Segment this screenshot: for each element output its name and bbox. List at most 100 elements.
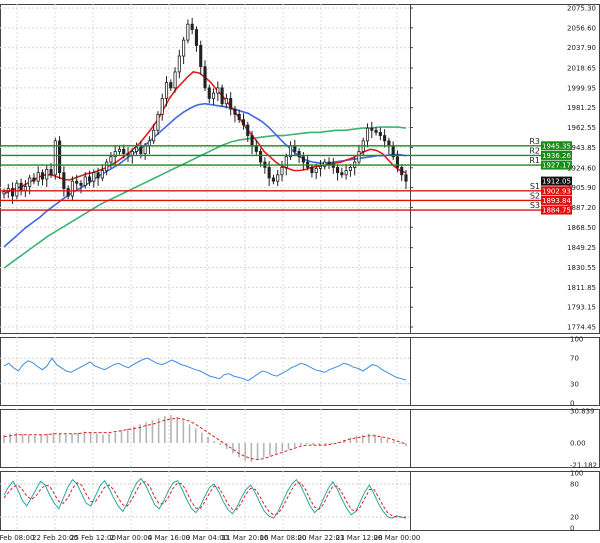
candle-body xyxy=(66,188,70,197)
candle-body xyxy=(92,172,96,182)
candle-body xyxy=(40,172,45,180)
level-label-r2: R2 xyxy=(529,146,540,155)
candle-body xyxy=(70,180,74,197)
rsi-tick-label: 30 xyxy=(570,380,579,388)
candle-body xyxy=(310,166,314,174)
candle-body xyxy=(207,87,211,99)
chart-svg: R3R2R1S1S2S3 Feb 08:0022 Feb 20:0025 Feb… xyxy=(0,4,600,543)
candle-body xyxy=(83,176,87,186)
rsi-tick-label: 0 xyxy=(570,400,574,408)
candle-body xyxy=(259,151,263,163)
candle-body xyxy=(105,161,109,171)
macd-tick-label: -21.182 xyxy=(570,462,597,470)
level-tag-r1: 1927.17 xyxy=(542,162,571,170)
candle-body xyxy=(117,148,122,152)
candle-body xyxy=(79,182,83,186)
candle-body xyxy=(404,174,408,182)
candle-body xyxy=(182,39,186,57)
price-tick-label: 2075.30 xyxy=(567,5,596,13)
candle-body xyxy=(19,182,23,192)
candle-body xyxy=(49,169,53,176)
level-label-r1: R1 xyxy=(529,156,540,165)
candle-body xyxy=(400,166,404,176)
candle-body xyxy=(314,168,318,174)
candle-body xyxy=(211,92,216,99)
level-label-s1: S1 xyxy=(530,182,540,191)
candle-body xyxy=(318,165,323,169)
candle-body xyxy=(109,156,113,163)
price-axes: Feb 08:0022 Feb 20:0025 Feb 12:002 Mar 0… xyxy=(0,5,597,543)
macd-signal-line xyxy=(3,417,407,461)
candle-body xyxy=(284,156,288,168)
level-tag-r3: 1945.35 xyxy=(542,142,571,150)
candle-body xyxy=(370,127,374,131)
price-tick-label: 2018.65 xyxy=(567,65,596,73)
price-tick-label: 1868.50 xyxy=(567,224,596,232)
rsi-line xyxy=(3,357,407,382)
candle-body xyxy=(280,166,284,176)
candle-body xyxy=(336,166,340,174)
candle-body xyxy=(164,82,169,99)
candle-body xyxy=(169,82,173,89)
price-tick-label: 1811.85 xyxy=(567,284,596,292)
candle-body xyxy=(28,177,32,187)
candle-body xyxy=(100,170,104,179)
candle-body xyxy=(374,129,378,133)
candle-body xyxy=(220,87,224,105)
x-tick-label: 28 Mar 00:00 xyxy=(374,534,421,542)
rsi-tick-label: 70 xyxy=(570,355,579,363)
macd-tick-label: 30.839 xyxy=(570,408,595,416)
candle-body xyxy=(32,177,36,182)
candle-body xyxy=(173,71,177,89)
candle-body xyxy=(152,129,156,142)
candle-body xyxy=(395,156,400,168)
rsi-tick-label: 100 xyxy=(570,336,583,344)
candle-body xyxy=(75,180,79,184)
candle-body xyxy=(378,131,382,136)
price-tick-label: 1962.55 xyxy=(567,124,596,132)
x-tick-label: Feb 08:00 xyxy=(0,534,34,542)
candle-body xyxy=(190,23,194,30)
candle-body xyxy=(365,127,370,142)
candle-body xyxy=(229,98,233,110)
candle-body xyxy=(241,119,246,126)
candle-body xyxy=(23,186,27,192)
x-tick-label: 4 Mar 16:00 xyxy=(148,534,190,542)
candle-body xyxy=(15,182,19,197)
candle-body xyxy=(143,145,147,154)
candle-body xyxy=(271,177,275,182)
price-tick-label: 1981.25 xyxy=(567,104,596,112)
candle-body xyxy=(122,148,126,154)
candle-body xyxy=(293,145,297,152)
candle-body xyxy=(340,172,344,176)
price-tick-label: 2056.60 xyxy=(567,24,596,32)
price-tick-label: 1999.95 xyxy=(567,84,596,92)
level-tag-r2: 1936.26 xyxy=(542,152,571,160)
price-tick-label: 1849.25 xyxy=(567,244,596,252)
candle-body xyxy=(246,124,250,136)
level-tag-s1: 1902.93 xyxy=(542,187,571,195)
candle-body xyxy=(348,166,352,171)
macd-tick-label: 0.00 xyxy=(570,440,586,448)
price-tick-label: 1774.45 xyxy=(567,324,596,332)
candle-body xyxy=(194,29,199,46)
candle-body xyxy=(45,169,49,180)
candle-body xyxy=(62,172,66,189)
stochastic-d-line xyxy=(3,481,406,518)
level-label-s3: S3 xyxy=(530,201,540,210)
main-price-panel: R3R2R1 S1S2S3 xyxy=(0,17,548,269)
candle-body xyxy=(383,135,387,142)
candle-body xyxy=(301,156,305,163)
candle-body xyxy=(186,23,190,41)
candle-body xyxy=(96,172,100,179)
grid-lines xyxy=(0,4,600,531)
candle-body xyxy=(203,66,207,89)
candle-body xyxy=(267,166,271,179)
candle-body xyxy=(250,135,254,147)
panel-frame-main xyxy=(0,4,600,334)
candle-body xyxy=(10,188,15,197)
stochastic-tick-label: 80 xyxy=(570,481,579,489)
candle-body xyxy=(199,45,203,68)
price-tick-label: 1830.55 xyxy=(567,264,596,272)
candle-body xyxy=(344,170,348,176)
